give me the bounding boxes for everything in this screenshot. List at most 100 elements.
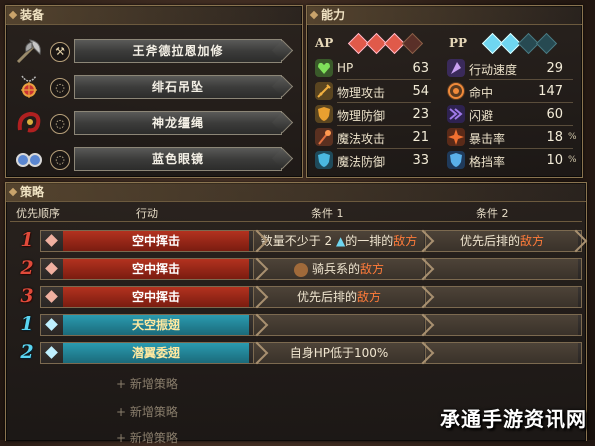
action-button[interactable]: 天空振翅: [63, 315, 249, 335]
stat-name: 命中: [469, 86, 494, 100]
condition-1-button[interactable]: 自身HP低于100%: [253, 343, 424, 363]
dragon-reins-icon: [17, 111, 41, 133]
action-button[interactable]: 空中挥击: [63, 259, 249, 279]
stat-physical-defense: 物理防御 23: [315, 104, 431, 126]
stat-crit-rate: 暴击率 18 %: [447, 127, 577, 149]
ring-icon: ◌: [50, 114, 70, 134]
stat-magic-defense: 魔法防御 33: [315, 150, 431, 172]
strategy-row[interactable]: 1 天空振翅: [14, 313, 584, 337]
condition-1-button[interactable]: [253, 315, 424, 335]
equipment-name[interactable]: 绯石吊坠: [74, 75, 282, 99]
priority-number: 2: [20, 341, 34, 363]
strategy-row[interactable]: 2 空中挥击 骑兵系的敌方: [14, 257, 584, 281]
stats-title: 能力: [307, 6, 582, 25]
stat-name: 闪避: [469, 109, 494, 123]
strategy-bar[interactable]: 空中挥击 骑兵系的敌方: [40, 257, 582, 281]
divider: [469, 102, 573, 103]
strategy-bar[interactable]: 空中挥击 优先后排的敌方: [40, 285, 582, 309]
condition-text: 的一排的: [345, 234, 394, 248]
equipment-slot-accessory-2[interactable]: ◌ 神龙缰绳: [10, 106, 298, 140]
equipment-slot-accessory-3[interactable]: ◌ 蓝色眼镜: [10, 142, 298, 176]
pendant-icon: [21, 75, 37, 98]
condition-text: 优先后排的: [296, 290, 357, 304]
stat-name: 物理攻击: [337, 86, 386, 100]
stat-name: 物理防御: [337, 109, 386, 123]
header-action: 行动: [136, 207, 158, 220]
condition-1-button[interactable]: 优先后排的敌方: [253, 287, 424, 307]
equipment-slot-accessory-1[interactable]: ◌ 绯石吊坠: [10, 70, 298, 104]
strategy-bar[interactable]: 天空振翅: [40, 313, 582, 337]
stats-panel: 能力 AP PP HP 63 物理攻击 54 物理防御 23 魔法攻击 21 魔…: [306, 5, 583, 178]
equipment-name[interactable]: 神龙缰绳: [74, 111, 282, 135]
magic-shield-icon: [315, 151, 333, 169]
stat-magic-attack: 魔法攻击 21: [315, 127, 431, 149]
action-button[interactable]: 潜翼委翅: [63, 343, 249, 363]
strategy-row[interactable]: 1 空中挥击 数量不少于 2 ▲的一排的敌方 优先后排的敌方: [14, 229, 588, 253]
stat-name: 暴击率: [469, 132, 506, 146]
stat-value: 33: [412, 153, 429, 168]
ap-gem-icon: [45, 290, 58, 303]
condition-2-button[interactable]: 优先后排的敌方: [425, 231, 578, 251]
stat-value: 60: [546, 107, 563, 122]
strategy-bar[interactable]: 空中挥击 数量不少于 2 ▲的一排的敌方 优先后排的敌方: [40, 229, 588, 253]
divider: [337, 79, 431, 80]
action-button[interactable]: 空中挥击: [63, 231, 249, 251]
stat-name: HP: [337, 61, 354, 75]
stat-value: 63: [412, 61, 429, 76]
pp-gem-empty-icon: [535, 32, 558, 55]
cavalry-icon: [293, 262, 308, 277]
condition-text: 骑兵系的: [311, 262, 360, 276]
stat-unit: %: [568, 132, 577, 142]
triangle-icon: ▲: [336, 234, 346, 248]
stat-block-rate: 格挡率 10 %: [447, 150, 577, 172]
priority-number: 1: [20, 229, 34, 251]
dodge-icon: [447, 105, 465, 123]
stat-value: 23: [412, 107, 429, 122]
divider: [469, 148, 573, 149]
condition-2-button[interactable]: [425, 287, 578, 307]
condition-2-button[interactable]: [425, 343, 578, 363]
stat-hp: HP 63: [315, 58, 431, 80]
condition-2-button[interactable]: [425, 259, 578, 279]
target-icon: [447, 82, 465, 100]
ap-gem-icon: [45, 234, 58, 247]
stat-value: 54: [412, 84, 429, 99]
equipment-slot-weapon[interactable]: ⚒ 王斧德拉恩加修: [10, 34, 298, 68]
condition-1-button[interactable]: 数量不少于 2 ▲的一排的敌方: [253, 231, 424, 251]
ap-gem-empty-icon: [401, 32, 424, 55]
action-button[interactable]: 空中挥击: [63, 287, 249, 307]
strategy-row[interactable]: 2 潜翼委翅 自身HP低于100%: [14, 341, 584, 365]
divider: [337, 125, 431, 126]
divider: [469, 79, 573, 80]
equipment-name[interactable]: 王斧德拉恩加修: [74, 39, 282, 63]
equipment-name[interactable]: 蓝色眼镜: [74, 147, 282, 171]
strategy-title: 策略: [6, 183, 586, 202]
divider: [10, 221, 582, 222]
axe-weapon-icon: [16, 39, 41, 64]
condition-1-button[interactable]: 骑兵系的敌方: [253, 259, 424, 279]
condition-highlight: 敌方: [520, 234, 545, 248]
stat-value: 29: [546, 61, 563, 76]
header-priority: 优先顺序: [16, 207, 60, 220]
shield-icon: [315, 105, 333, 123]
condition-highlight: 敌方: [360, 262, 385, 276]
priority-number: 2: [20, 257, 34, 279]
strategy-row[interactable]: 3 空中挥击 优先后排的敌方: [14, 285, 584, 309]
strategy-bar[interactable]: 潜翼委翅 自身HP低于100%: [40, 341, 582, 365]
stat-accuracy: 命中 147: [447, 81, 577, 103]
ap-gem-icon: [45, 262, 58, 275]
speed-icon: [447, 59, 465, 77]
condition-text: 自身HP低于100%: [289, 346, 389, 360]
condition-2-button[interactable]: [425, 315, 578, 335]
add-strategy-button[interactable]: + 新增策略: [116, 429, 178, 446]
pp-label: PP: [449, 36, 468, 50]
ap-label: AP: [315, 36, 334, 50]
equipment-panel: 装备 ⚒ 王斧德拉恩加修 ◌ 绯石吊坠 ◌ 神龙缰绳 ◌ 蓝色眼镜: [5, 5, 303, 178]
stat-value: 10: [546, 153, 563, 168]
add-strategy-button[interactable]: + 新增策略: [116, 375, 178, 392]
add-strategy-button[interactable]: + 新增策略: [116, 403, 178, 420]
axe-icon: ⚒: [50, 42, 70, 62]
watermark: 承通手游资讯网: [440, 407, 587, 431]
stat-evasion: 闪避 60: [447, 104, 577, 126]
stat-name: 魔法攻击: [337, 132, 386, 146]
